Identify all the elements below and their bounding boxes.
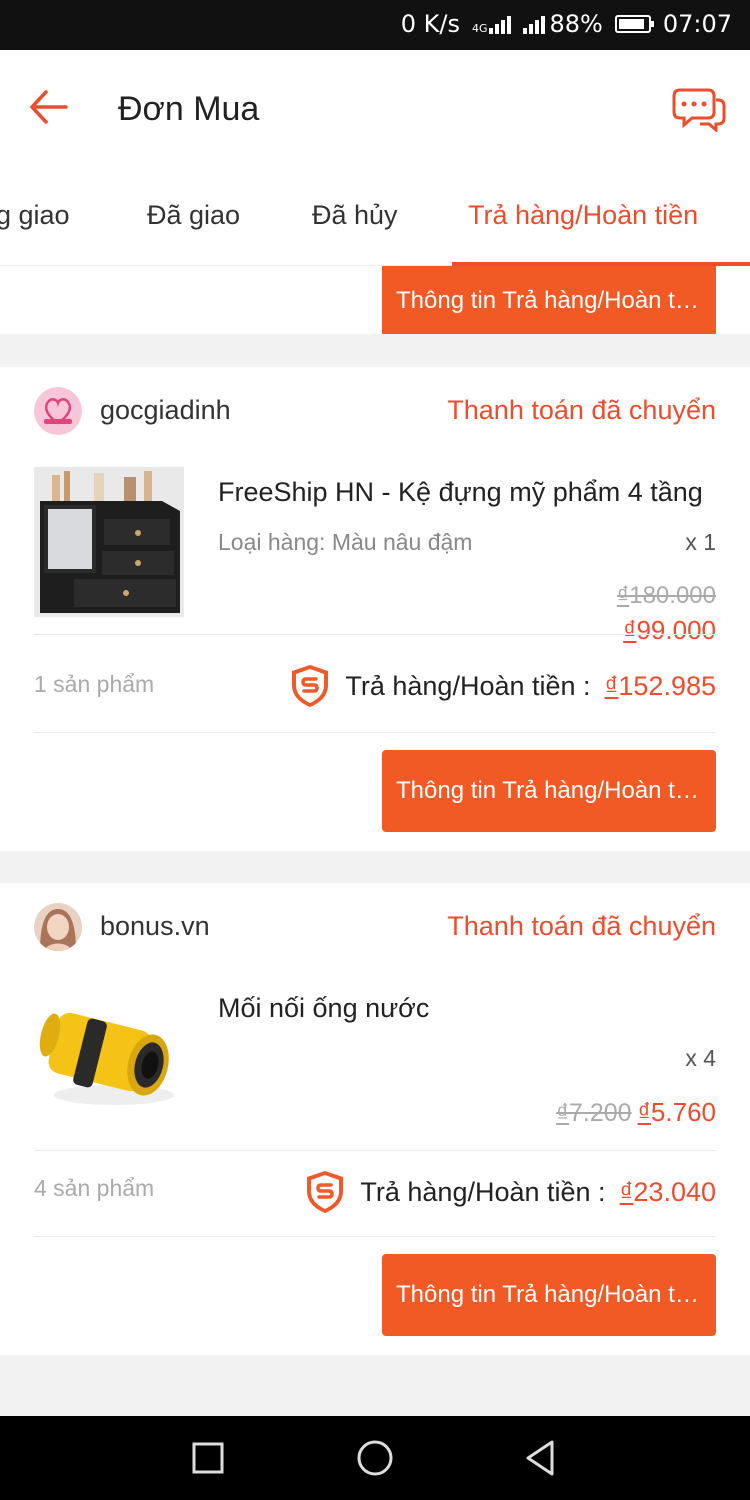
shop-name: gocgiadinh <box>100 395 231 425</box>
shopee-guarantee-shield-icon <box>292 665 329 707</box>
order-status: Thanh toán đã chuyển <box>447 395 716 425</box>
refund-amount: ₫23.040 <box>619 1176 716 1207</box>
hose-connector-image <box>34 983 184 1133</box>
cosmetic-organizer-image <box>34 467 184 617</box>
tab-cancelled[interactable]: Đã hủy <box>312 200 398 231</box>
refund-info-button[interactable]: Thông tin Trả hàng/Hoàn tiền <box>382 750 716 832</box>
recent-apps-icon <box>192 1442 224 1474</box>
sale-price: ₫99.000 <box>623 615 716 645</box>
back-icon <box>526 1440 554 1476</box>
home-button[interactable] <box>353 1436 397 1480</box>
system-back-button[interactable] <box>520 1436 564 1480</box>
shop-header[interactable]: gocgiadinh Thanh toán đã chuyển <box>0 367 750 453</box>
divider <box>34 1236 716 1237</box>
order-tabs: g giao Đã giao Đã hủy Trả hàng/Hoàn tiền <box>0 170 750 266</box>
divider <box>34 732 716 733</box>
back-button[interactable] <box>24 82 74 132</box>
chat-bubbles-icon <box>672 88 726 134</box>
status-bar: 0 K/s 4G 88% 07:07 <box>0 0 750 50</box>
lte-signal-icon: 4G <box>472 14 512 34</box>
product-name: Mối nối ống nước <box>218 993 430 1023</box>
page-title: Đơn Mua <box>118 90 260 128</box>
shop-avatar <box>34 387 82 435</box>
refund-summary: Trả hàng/Hoàn tiền : ₫152.985 <box>289 663 716 709</box>
chat-button[interactable] <box>672 84 726 134</box>
arrow-left-icon <box>30 90 68 124</box>
item-count: 1 sản phẩm <box>34 671 155 697</box>
order-card-partial: Thông tin Trả hàng/Hoàn tiền <box>0 266 750 334</box>
product-quantity: x 4 <box>685 1045 716 1071</box>
shop-name: bonus.vn <box>100 911 210 941</box>
product-price: ₫7.200 ₫5.760 <box>556 1097 716 1128</box>
refund-label: Trả hàng/Hoàn tiền : <box>345 670 591 701</box>
order-card[interactable]: gocgiadinh Thanh toán đã chuyển FreeShip… <box>0 367 750 851</box>
refund-info-button[interactable]: Thông tin Trả hàng/Hoàn tiền <box>382 266 716 334</box>
product-quantity: x 1 <box>685 529 716 555</box>
home-icon <box>357 1440 393 1476</box>
shop-header[interactable]: bonus.vn Thanh toán đã chuyển <box>0 883 750 969</box>
product-image <box>34 467 184 617</box>
product-image <box>34 983 184 1133</box>
tab-delivered[interactable]: Đã giao <box>147 200 240 231</box>
refund-summary: Trả hàng/Hoàn tiền : ₫23.040 <box>304 1169 716 1215</box>
order-status: Thanh toán đã chuyển <box>447 911 716 941</box>
product-name: FreeShip HN - Kệ đựng mỹ phẩm 4 tầng <box>218 477 703 507</box>
battery-icon <box>614 15 654 33</box>
heart-logo-icon <box>34 387 82 435</box>
app-header: Đơn Mua <box>0 50 750 170</box>
clock: 07:07 <box>662 10 732 38</box>
divider <box>34 1150 716 1151</box>
battery-percent: 88% <box>549 10 603 38</box>
original-price: ₫7.200 <box>556 1099 632 1127</box>
sale-price: ₫5.760 <box>637 1097 716 1127</box>
network-speed: 0 K/s <box>400 10 460 38</box>
order-card[interactable]: bonus.vn Thanh toán đã chuyển Mối nối ốn… <box>0 883 750 1355</box>
system-nav-bar <box>0 1416 750 1500</box>
recent-apps-button[interactable] <box>186 1436 230 1480</box>
item-count: 4 sản phẩm <box>34 1175 155 1201</box>
shop-avatar <box>34 903 82 951</box>
signal-icon <box>523 14 546 34</box>
divider <box>34 634 716 635</box>
tab-returns-refunds[interactable]: Trả hàng/Hoàn tiền <box>468 200 698 231</box>
tab-delivering[interactable]: g giao <box>0 200 70 231</box>
shopee-guarantee-shield-icon <box>307 1171 344 1213</box>
product-variation: Loại hàng: Màu nâu đậm <box>218 529 473 555</box>
original-price: ₫180.000 <box>616 582 716 609</box>
refund-amount: ₫152.985 <box>604 670 716 701</box>
refund-label: Trả hàng/Hoàn tiền : <box>360 1176 606 1207</box>
refund-info-button[interactable]: Thông tin Trả hàng/Hoàn tiền <box>382 1254 716 1336</box>
person-avatar-icon <box>34 903 82 951</box>
